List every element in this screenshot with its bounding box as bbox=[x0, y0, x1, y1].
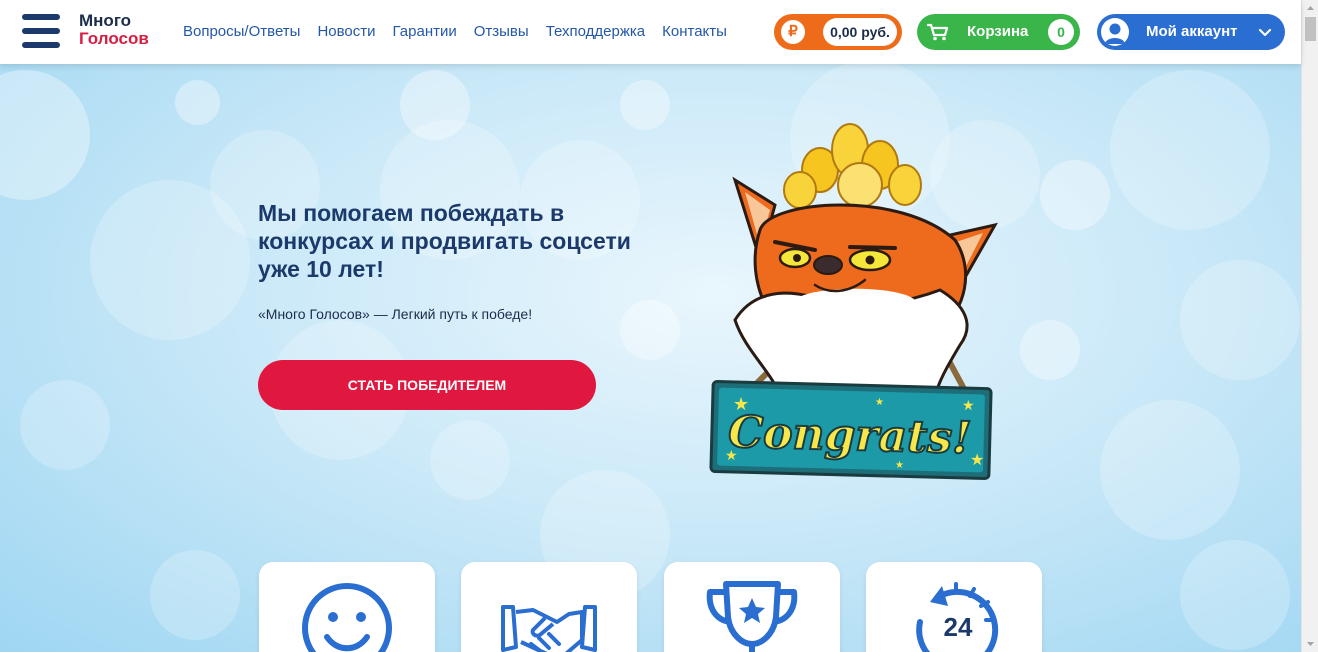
ruble-icon: ₽ bbox=[781, 20, 805, 44]
main-nav: Вопросы/Ответы Новости Гарантии Отзывы Т… bbox=[183, 23, 744, 40]
page-scrollbar[interactable] bbox=[1301, 0, 1318, 652]
become-winner-button[interactable]: Стать победителем bbox=[258, 360, 596, 410]
user-avatar-icon bbox=[1101, 18, 1129, 46]
cart-icon bbox=[927, 23, 949, 41]
site-header: Много Голосов Вопросы/Ответы Новости Гар… bbox=[0, 0, 1301, 64]
nav-guarantees[interactable]: Гарантии bbox=[393, 23, 457, 40]
scrollbar-thumb[interactable] bbox=[1305, 17, 1316, 41]
scroll-up-arrow-icon[interactable] bbox=[1302, 0, 1318, 17]
nav-reviews[interactable]: Отзывы bbox=[474, 23, 529, 40]
nav-faq[interactable]: Вопросы/Ответы bbox=[183, 23, 300, 40]
hero-title: Мы помогаем побеждать в конкурсах и прод… bbox=[258, 200, 631, 282]
handshake-icon bbox=[501, 605, 597, 652]
scroll-down-arrow-icon[interactable] bbox=[1302, 635, 1318, 652]
cart-count-badge: 0 bbox=[1048, 19, 1074, 45]
fox-mascot-illustration: Congrats! ★ ★ ★ ★ ★ ★ bbox=[709, 123, 998, 481]
logo-line-1: Много bbox=[79, 11, 132, 30]
account-label: Мой аккаунт bbox=[1146, 23, 1238, 40]
nav-support[interactable]: Техподдержка bbox=[546, 23, 645, 40]
balance-button[interactable]: ₽ 0,00 руб. bbox=[774, 14, 902, 50]
hero-subtitle: «Много Голосов» — Легкий путь к победе! bbox=[258, 306, 533, 322]
svg-text:★: ★ bbox=[962, 397, 975, 413]
svg-text:★: ★ bbox=[733, 394, 749, 414]
trophy-icon bbox=[706, 581, 798, 652]
menu-icon[interactable] bbox=[22, 14, 60, 48]
support-24-icon: 24 bbox=[916, 582, 999, 652]
svg-text:★: ★ bbox=[725, 447, 738, 463]
congrats-sign-text: Congrats! bbox=[728, 407, 972, 464]
congrats-sign: Congrats! ★ ★ ★ ★ ★ ★ bbox=[709, 380, 993, 481]
nav-news[interactable]: Новости bbox=[317, 23, 375, 40]
nav-contacts[interactable]: Контакты bbox=[662, 23, 727, 40]
svg-text:★: ★ bbox=[970, 452, 984, 469]
cart-button[interactable]: Корзина 0 bbox=[917, 14, 1080, 50]
account-button[interactable]: Мой аккаунт bbox=[1097, 14, 1285, 50]
smiley-icon bbox=[302, 583, 392, 652]
cart-label: Корзина bbox=[967, 23, 1029, 40]
hero-background bbox=[0, 0, 1301, 652]
feature-card-victory bbox=[664, 562, 840, 652]
chevron-down-icon bbox=[1258, 28, 1272, 37]
feature-card-partnership bbox=[461, 562, 637, 652]
feature-card-satisfaction bbox=[259, 562, 435, 652]
logo-line-2: Голосов bbox=[79, 29, 149, 48]
balance-amount: 0,00 руб. bbox=[823, 18, 897, 46]
svg-text:★: ★ bbox=[875, 397, 884, 408]
site-logo[interactable]: Много Голосов bbox=[79, 12, 149, 48]
feature-card-support: 24 bbox=[866, 562, 1042, 652]
support-24-label: 24 bbox=[944, 612, 973, 642]
svg-text:★: ★ bbox=[895, 460, 904, 471]
